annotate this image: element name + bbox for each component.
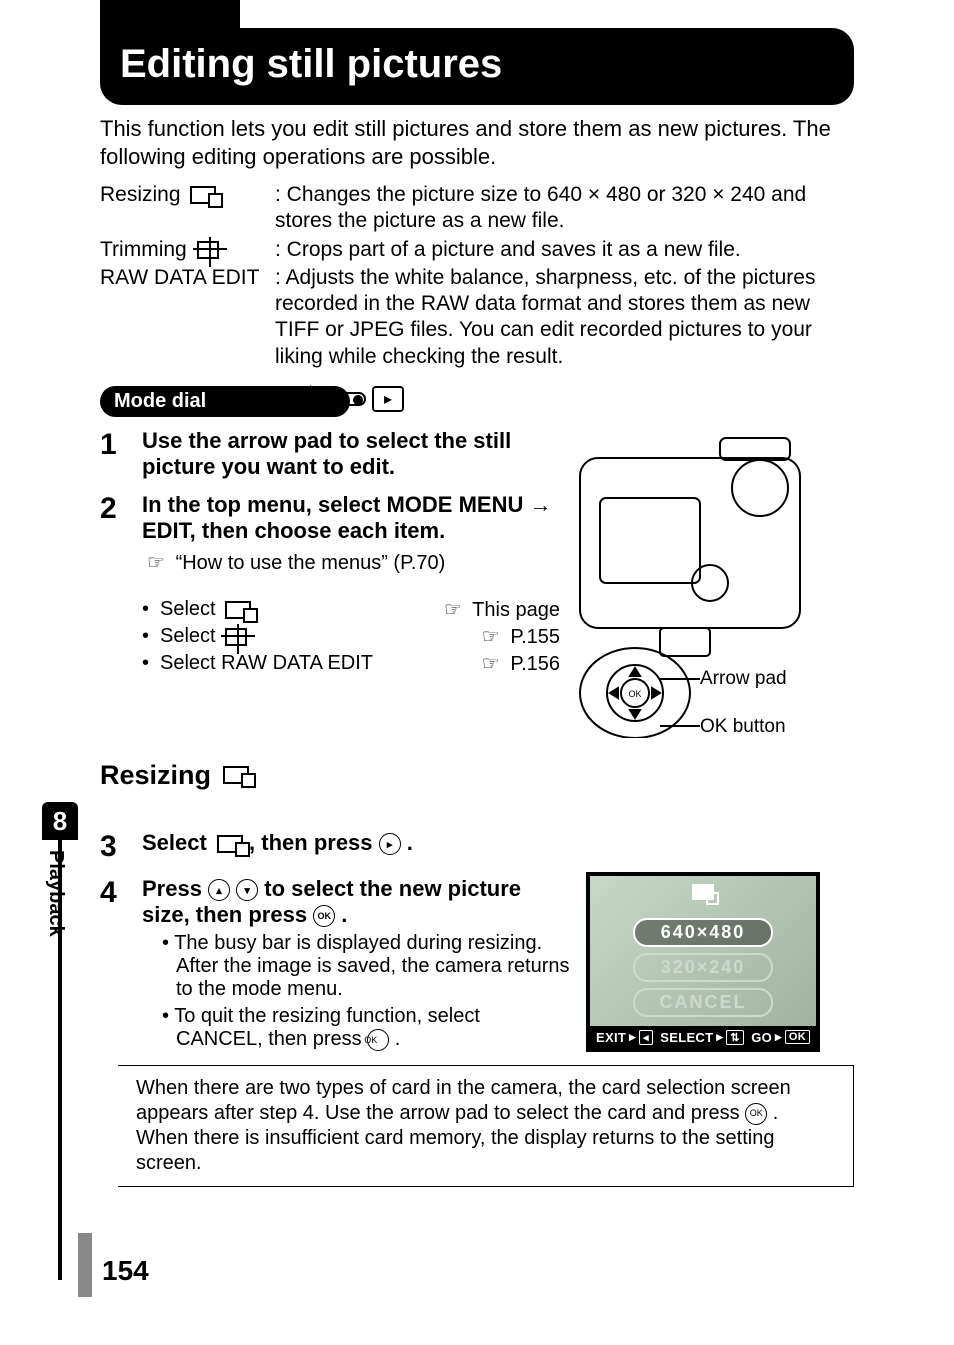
switch-icon — [338, 392, 366, 406]
step-2: 2 In the top menu, select MODE MENU → ED… — [100, 492, 560, 678]
bullet-select-trim: • Select ☞ P.155 — [142, 624, 560, 649]
step-3: 3 Select , then press ▸ . — [100, 830, 570, 864]
right-arrow-pad-icon: ▸ — [379, 833, 401, 855]
step-number-3: 3 — [100, 830, 142, 864]
page-marker — [78, 1233, 92, 1297]
intro-paragraph: This function lets you edit still pictur… — [100, 115, 854, 170]
resizing-section-heading: Resizing — [100, 760, 249, 791]
def-raw: RAW DATA EDIT Adjusts the white balance,… — [100, 265, 854, 370]
step-4-note-1: The busy bar is displayed during resizin… — [162, 932, 570, 1001]
raw-term: RAW DATA EDIT — [100, 266, 259, 289]
def-trimming: Trimming Crops part of a picture and sav… — [100, 237, 854, 263]
resize-icon — [225, 601, 251, 619]
arrow-pad-label: Arrow pad — [700, 668, 787, 690]
screen-nav-bar: EXIT▸◂ SELECT▸⇅ GO▸OK — [590, 1026, 816, 1048]
up-arrow-pad-icon: ▴ — [208, 879, 230, 901]
bullet-select-resize: • Select ☞ This page — [142, 597, 560, 622]
resize-icon — [223, 766, 249, 784]
mode-dial-arrow-icon — [310, 385, 334, 417]
ok-button-icon: OK — [313, 905, 335, 927]
pointer-icon: ☞ — [439, 597, 467, 622]
camera-illustration: OK — [560, 428, 840, 738]
resize-icon — [692, 884, 714, 900]
resizing-term: Resizing — [100, 183, 181, 206]
step-1-text: Use the arrow pad to select the still pi… — [142, 428, 511, 479]
chapter-tab: 8 — [42, 802, 78, 840]
svg-text:OK: OK — [628, 689, 641, 699]
step-number-4: 4 — [100, 876, 142, 1055]
step-2-text: In the top menu, select MODE MENU → EDIT… — [142, 492, 551, 543]
trimming-term: Trimming — [100, 238, 187, 261]
ok-button-label: OK button — [700, 716, 786, 738]
page-number: 154 — [102, 1255, 149, 1287]
note-box: When there are two types of card in the … — [118, 1065, 854, 1187]
header-tab — [100, 0, 240, 28]
trimming-desc: Crops part of a picture and saves it as … — [275, 237, 854, 263]
resize-icon — [190, 186, 216, 204]
step-2-ref: “How to use the menus” (P.70) — [176, 552, 446, 574]
pointer-icon: ☞ — [477, 651, 505, 676]
pointer-icon: ☞ — [142, 550, 170, 575]
step-1: 1 Use the arrow pad to select the still … — [100, 428, 560, 480]
playback-icon: ▸ — [372, 386, 404, 412]
resizing-desc: Changes the picture size to 640 × 480 or… — [275, 182, 854, 235]
step-number-1: 1 — [100, 428, 142, 480]
resize-icon — [217, 835, 243, 853]
label-line — [660, 725, 700, 727]
trim-icon — [225, 628, 247, 646]
ok-button-icon: OK — [745, 1103, 767, 1125]
page-title: Editing still pictures — [100, 28, 854, 105]
option-cancel[interactable]: CANCEL — [633, 988, 773, 1017]
chapter-label: Playback — [44, 850, 67, 937]
raw-desc: Adjusts the white balance, sharpness, et… — [275, 265, 854, 370]
mode-dial-icons: ▸ — [338, 386, 404, 412]
option-320x240[interactable]: 320×240 — [633, 953, 773, 982]
down-arrow-pad-icon: ▾ — [236, 879, 258, 901]
step-4: 4 Press ▴ ▾ to select the new picture si… — [100, 876, 570, 1055]
step-4-note-2: To quit the resizing function, select CA… — [162, 1005, 570, 1051]
step-number-2: 2 — [100, 492, 142, 678]
pointer-icon: ☞ — [477, 624, 505, 649]
label-line — [660, 678, 700, 680]
def-resizing: Resizing Changes the picture size to 640… — [100, 182, 854, 235]
bullet-select-raw: • Select RAW DATA EDIT ☞ P.156 — [142, 651, 560, 676]
lcd-screen-preview: 640×480 320×240 CANCEL EXIT▸◂ SELECT▸⇅ G… — [586, 872, 820, 1052]
option-640x480[interactable]: 640×480 — [633, 918, 773, 947]
ok-button-icon: OK — [367, 1029, 389, 1051]
definition-list: Resizing Changes the picture size to 640… — [100, 182, 854, 372]
trim-icon — [197, 241, 219, 259]
